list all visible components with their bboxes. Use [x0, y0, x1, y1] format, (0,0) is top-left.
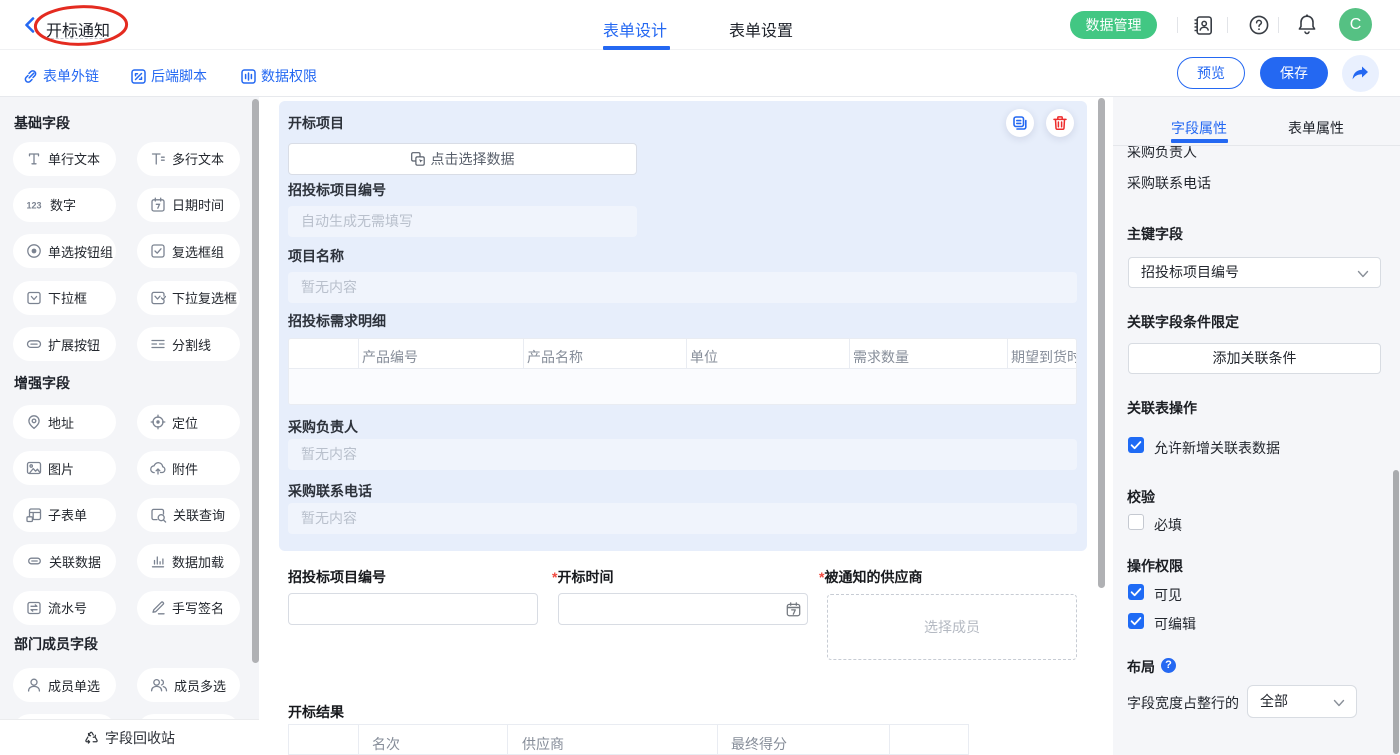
svg-text:123: 123 — [27, 200, 42, 210]
